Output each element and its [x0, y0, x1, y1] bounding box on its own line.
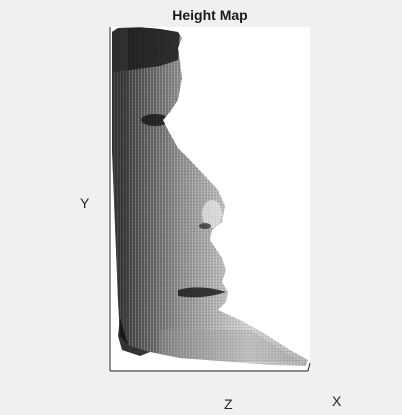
y-axis-label: Y [80, 195, 90, 211]
x-axis-label: X [332, 393, 342, 409]
figure-window: Height Map Y Z X [0, 0, 402, 415]
face-surface [112, 27, 308, 366]
height-map-surface [109, 27, 311, 372]
z-axis-label: Z [224, 396, 233, 412]
x-axis-line [307, 362, 311, 372]
